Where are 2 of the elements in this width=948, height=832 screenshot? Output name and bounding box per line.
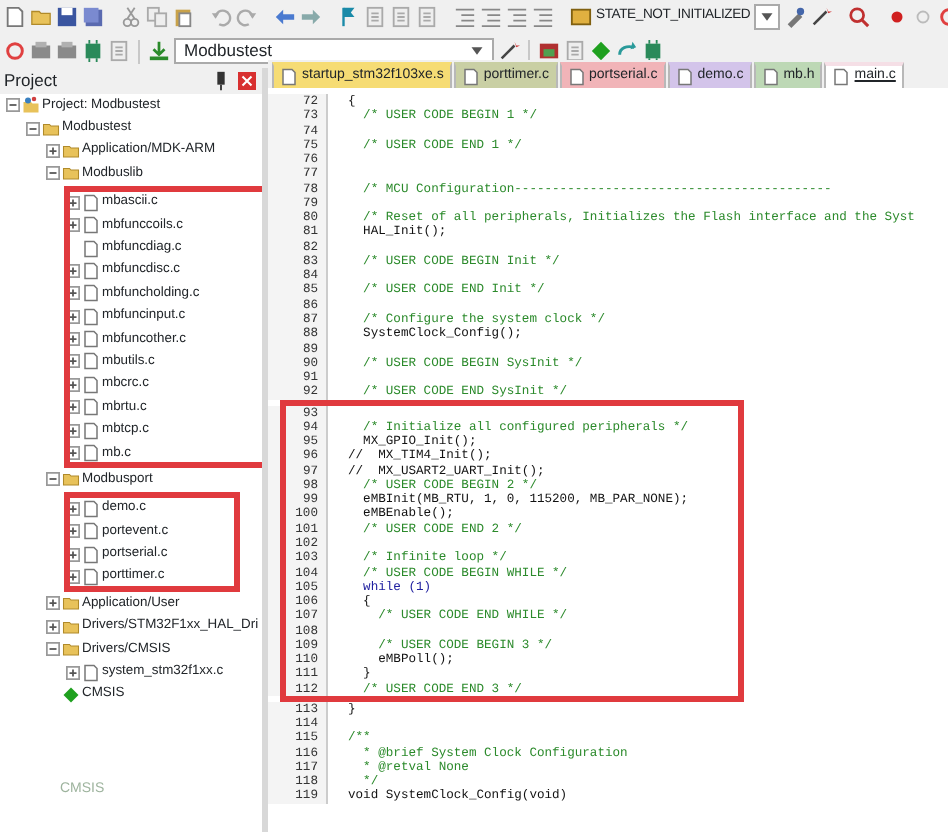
panel-title: Project (4, 68, 57, 94)
target-name: Modbustest (184, 38, 272, 64)
